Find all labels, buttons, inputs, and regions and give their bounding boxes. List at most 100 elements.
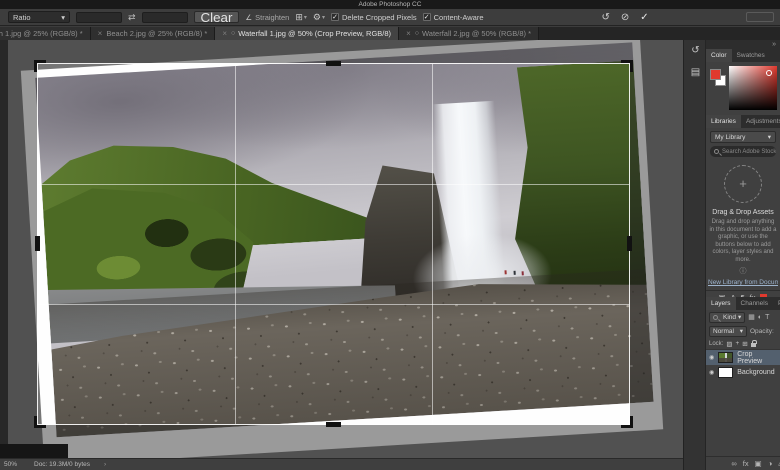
reset-crop-icon[interactable]: ↺	[602, 12, 610, 23]
device-preview-panel-icon[interactable]: ▤	[684, 62, 707, 84]
lock-all-icon[interactable]	[751, 343, 756, 347]
tools-panel-edge	[0, 40, 8, 458]
filter-pixel-layers-icon[interactable]: ▦	[748, 313, 755, 321]
layer-thumbnail[interactable]	[718, 367, 733, 378]
straighten-icon: ∠	[245, 13, 252, 22]
panels-column: » Color Swatches Libraries Adjustments S…	[706, 40, 780, 470]
lock-position-icon[interactable]: +	[736, 340, 740, 347]
layers-panel-footer: ∞ fx ▣ ◑ ▱	[706, 456, 780, 470]
tab-color[interactable]: Color	[706, 49, 732, 62]
status-menu-arrow[interactable]: ›	[104, 461, 106, 468]
status-bar: 50% Doc: 19.3M/0 bytes ›	[0, 458, 683, 470]
checkbox-check-icon: ✓	[423, 13, 431, 21]
status-circle-icon: ○	[231, 30, 235, 37]
info-icon[interactable]: ⓘ	[740, 266, 747, 276]
tab-paths[interactable]: Paths	[773, 297, 780, 310]
blend-mode-value: Normal	[713, 328, 734, 335]
crop-ratio-select[interactable]: Ratio ▾	[8, 11, 70, 23]
cancel-crop-icon[interactable]: ⊘	[621, 12, 629, 23]
collapse-panels-icon[interactable]: »	[706, 40, 780, 49]
link-layers-icon[interactable]: ∞	[731, 459, 736, 468]
layer-filter-kind-select[interactable]: Kind ▾	[709, 312, 745, 323]
document-size-info: Doc: 19.3M/0 bytes	[34, 461, 90, 468]
lock-transparent-pixels-icon[interactable]: ▨	[726, 340, 732, 348]
delete-cropped-pixels-checkbox[interactable]: ✓ Delete Cropped Pixels	[331, 13, 417, 22]
libraries-panel: My Library ▾ Search Adobe Stock + Drag &…	[706, 128, 780, 297]
workspace-button[interactable]	[746, 12, 774, 22]
layer-style-fx-icon[interactable]: fx	[743, 459, 749, 468]
status-circle-icon: ○	[415, 30, 419, 37]
clear-button[interactable]: Clear	[194, 11, 240, 23]
foreground-color-swatch[interactable]	[710, 69, 721, 80]
close-icon[interactable]: ×	[222, 29, 227, 38]
tab-title: Waterfall 1.jpg @ 50% (Crop Preview, RGB…	[238, 29, 391, 38]
swap-dimensions-icon[interactable]: ⇄	[128, 12, 136, 23]
content-aware-label: Content-Aware	[434, 13, 484, 22]
drag-drop-target[interactable]: +	[724, 165, 762, 203]
crop-grid-line	[235, 64, 236, 424]
tab-waterfall-1[interactable]: × ○ Waterfall 1.jpg @ 50% (Crop Preview,…	[215, 27, 399, 40]
commit-crop-icon[interactable]: ✓	[640, 12, 648, 23]
layer-row-crop-preview[interactable]: ◉ Crop Preview	[706, 350, 780, 365]
add-layer-mask-icon[interactable]: ▣	[755, 459, 762, 468]
content-aware-checkbox[interactable]: ✓ Content-Aware	[423, 13, 484, 22]
scroll-corner	[0, 444, 68, 458]
library-search-input[interactable]: Search Adobe Stock	[710, 146, 776, 157]
chevron-down-icon: ▾	[740, 327, 743, 335]
chevron-down-icon: ▾	[61, 13, 65, 22]
history-panel-icon[interactable]: ↺	[684, 40, 707, 62]
tab-title: Beach 1.jpg @ 25% (RGB/8) *	[0, 29, 83, 38]
crop-handle-bottom-right[interactable]	[621, 416, 633, 428]
crop-box[interactable]	[37, 63, 630, 425]
canvas-area[interactable]	[8, 40, 683, 458]
layer-row-background[interactable]: ◉ Background	[706, 365, 780, 380]
tab-adjustments[interactable]: Adjustments	[741, 115, 780, 128]
crop-handle-right[interactable]	[627, 236, 632, 251]
close-icon[interactable]: ×	[406, 29, 411, 38]
crop-handle-top[interactable]	[326, 61, 341, 66]
panel-dock-strip: ↺ ▤	[683, 40, 706, 470]
crop-grid-line	[38, 304, 629, 305]
library-select[interactable]: My Library ▾	[710, 131, 776, 143]
crop-handle-bottom-left[interactable]	[34, 416, 46, 428]
tab-waterfall-2[interactable]: × ○ Waterfall 2.jpg @ 50% (RGB/8) *	[399, 27, 539, 40]
straighten-button[interactable]: ∠ Straighten	[245, 13, 289, 22]
chevron-down-icon: ▾	[304, 14, 307, 21]
crop-handle-left[interactable]	[35, 236, 40, 251]
kind-label: Kind	[723, 314, 736, 321]
close-icon[interactable]: ×	[98, 29, 103, 38]
filter-adjustment-layers-icon[interactable]: ◐	[758, 314, 762, 321]
crop-width-input[interactable]	[76, 12, 122, 23]
crop-height-input[interactable]	[142, 12, 188, 23]
layer-thumbnail[interactable]	[718, 352, 733, 363]
new-library-link[interactable]: New Library from Document	[708, 279, 778, 286]
crop-handle-top-right[interactable]	[621, 60, 633, 72]
tab-layers[interactable]: Layers	[706, 297, 736, 310]
crop-overlay-options-button[interactable]: ⊞ ▾	[295, 12, 307, 23]
tab-title: Beach 2.jpg @ 25% (RGB/8) *	[106, 29, 207, 38]
crop-handle-bottom[interactable]	[326, 422, 341, 427]
tab-beach-1[interactable]: × Beach 1.jpg @ 25% (RGB/8) *	[0, 27, 91, 40]
layer-name: Background	[737, 369, 774, 376]
tab-beach-2[interactable]: × Beach 2.jpg @ 25% (RGB/8) *	[91, 27, 216, 40]
blend-mode-select[interactable]: Normal ▾	[709, 326, 747, 337]
color-picker-field[interactable]	[729, 66, 777, 110]
zoom-level-field[interactable]: 50%	[4, 461, 28, 468]
filter-type-layers-icon[interactable]: T	[765, 314, 769, 321]
layer-visibility-icon[interactable]: ◉	[709, 369, 714, 376]
layer-visibility-icon[interactable]: ◉	[709, 354, 714, 361]
gear-icon: ⚙	[313, 12, 321, 23]
new-adjustment-layer-icon[interactable]: ◑	[768, 459, 773, 468]
overlay-grid-icon: ⊞	[295, 12, 303, 23]
crop-handle-top-left[interactable]	[34, 60, 46, 72]
color-picker-marker[interactable]	[766, 70, 772, 76]
tab-libraries[interactable]: Libraries	[706, 115, 741, 128]
lock-row: Lock: ▨ + ⊞	[706, 338, 780, 350]
lock-artboard-icon[interactable]: ⊞	[742, 340, 747, 348]
opacity-label: Opacity:	[750, 328, 776, 335]
layers-panel-header: Layers Channels Paths	[706, 297, 780, 310]
tab-channels[interactable]: Channels	[736, 297, 773, 310]
crop-settings-button[interactable]: ⚙ ▾	[313, 12, 325, 23]
tab-swatches[interactable]: Swatches	[732, 49, 770, 62]
crop-ratio-label: Ratio	[13, 13, 31, 22]
